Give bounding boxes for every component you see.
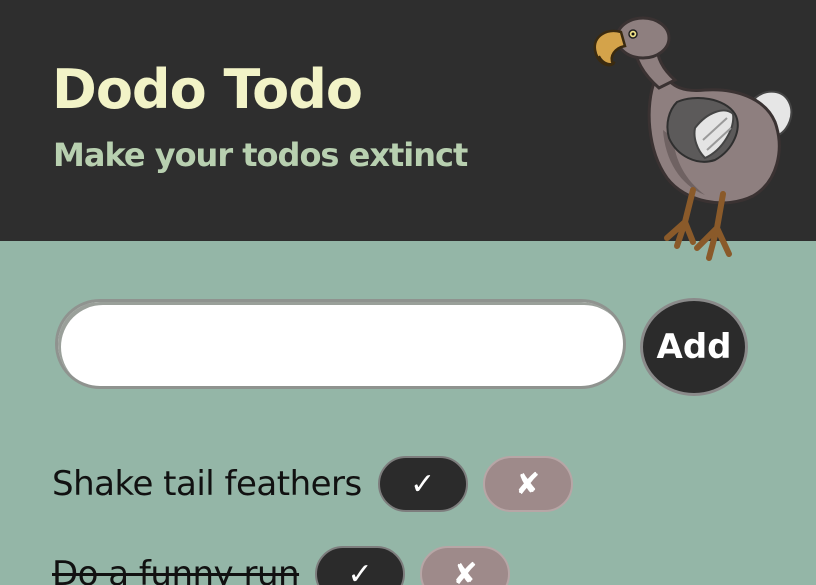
todo-item: Shake tail feathers ✓ ✘ [52, 456, 588, 512]
complete-todo-button[interactable]: ✓ [315, 546, 406, 585]
delete-todo-button[interactable]: ✘ [420, 546, 511, 585]
app-header: Dodo Todo Make your todos extinct [0, 0, 816, 261]
todo-item-text-completed: Do a funny run [52, 554, 300, 585]
todo-item: Do a funny run ✓ ✘ [52, 546, 525, 585]
app-title: Dodo Todo [52, 58, 363, 121]
todo-item-text: Shake tail feathers [52, 464, 362, 504]
delete-todo-button[interactable]: ✘ [482, 456, 573, 512]
app-subtitle: Make your todos extinct [53, 136, 468, 174]
new-todo-input[interactable] [55, 299, 626, 389]
add-todo-button[interactable]: Add [640, 298, 748, 396]
complete-todo-button[interactable]: ✓ [377, 456, 468, 512]
dodo-icon [593, 16, 793, 261]
